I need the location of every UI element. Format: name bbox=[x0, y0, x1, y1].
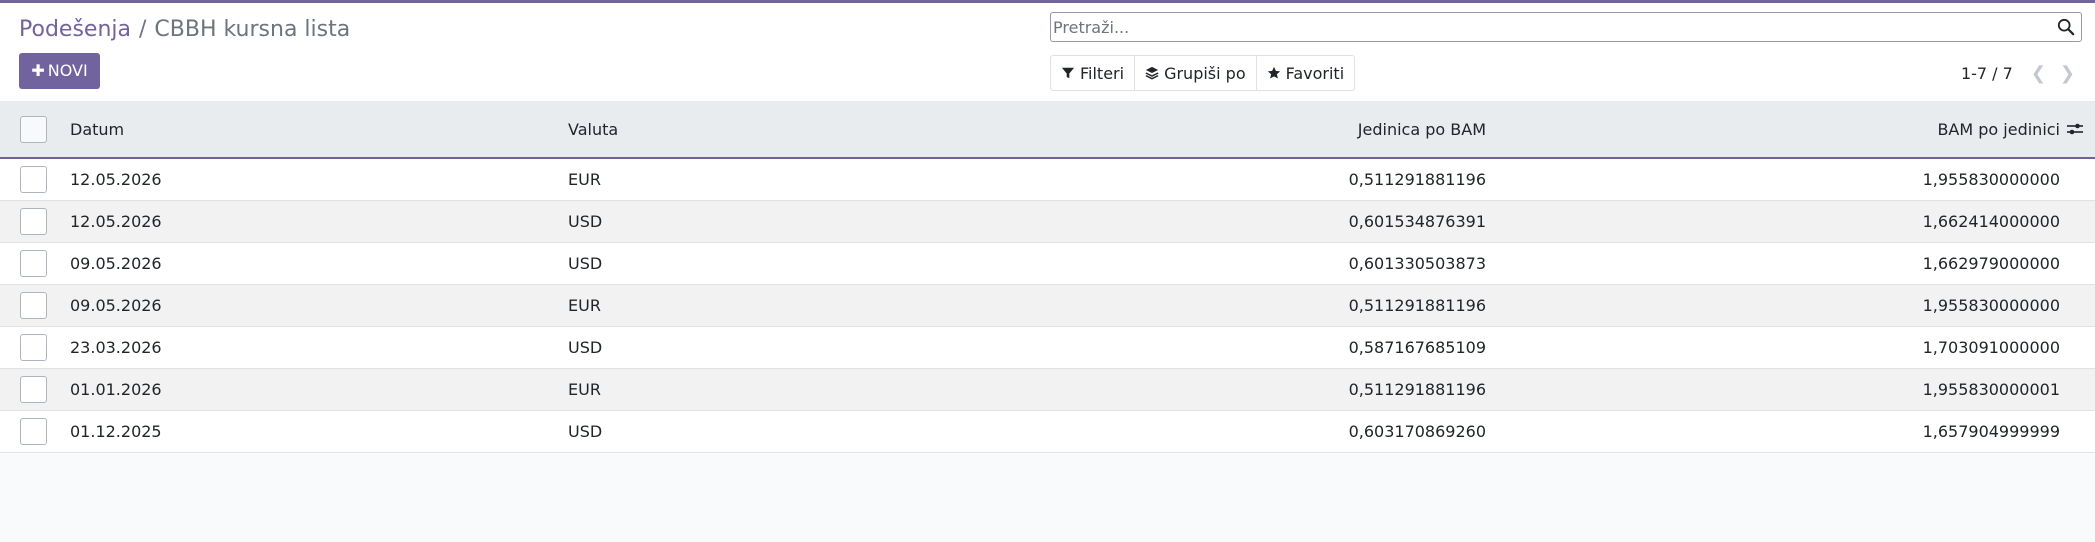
cell-spacer bbox=[2060, 410, 2095, 453]
cell-currency: USD bbox=[568, 200, 1088, 243]
plus-icon: ✚ bbox=[31, 61, 45, 80]
table-row[interactable]: 12.05.2026 EUR 0,511291881196 1,95583000… bbox=[0, 158, 2095, 201]
column-header-bam-per-unit[interactable]: BAM po jedinici bbox=[1486, 101, 2060, 159]
cell-currency: EUR bbox=[568, 368, 1088, 411]
cell-bam-per-unit: 1,662979000000 bbox=[1486, 242, 2060, 285]
optional-columns-cell bbox=[2060, 101, 2095, 159]
table-row[interactable]: 23.03.2026 USD 0,587167685109 1,70309100… bbox=[0, 326, 2095, 369]
row-select-cell bbox=[0, 326, 70, 369]
column-header-currency[interactable]: Valuta bbox=[568, 101, 1088, 159]
cell-spacer bbox=[2060, 242, 2095, 285]
search-input[interactable] bbox=[1053, 13, 2033, 41]
cell-bam-per-unit: 1,657904999999 bbox=[1486, 410, 2060, 453]
funnel-icon bbox=[1061, 67, 1075, 79]
cell-currency: USD bbox=[568, 410, 1088, 453]
breadcrumb-separator: / bbox=[138, 17, 147, 42]
filters-label: Filteri bbox=[1080, 63, 1125, 83]
breadcrumb: Podešenja / CBBH kursna lista bbox=[19, 16, 350, 44]
breadcrumb-parent-link[interactable]: Podešenja bbox=[19, 17, 131, 42]
new-record-button[interactable]: ✚ NOVI bbox=[19, 53, 100, 89]
column-header-unit-per-bam[interactable]: Jedinica po BAM bbox=[1088, 101, 1486, 159]
search-icon[interactable] bbox=[2057, 18, 2075, 36]
row-checkbox[interactable] bbox=[20, 417, 47, 445]
row-select-cell bbox=[0, 410, 70, 453]
control-panel: Podešenja / CBBH kursna lista ✚NOVI Filter… bbox=[0, 3, 2095, 101]
row-select-cell bbox=[0, 284, 70, 327]
table-row[interactable]: 09.05.2026 USD 0,601330503873 1,66297900… bbox=[0, 242, 2095, 285]
row-checkbox[interactable] bbox=[20, 165, 47, 193]
cell-currency: EUR bbox=[568, 158, 1088, 201]
cell-date: 12.05.2026 bbox=[70, 158, 568, 201]
cell-date: 09.05.2026 bbox=[70, 242, 568, 285]
group-by-button[interactable]: Grupiši po bbox=[1135, 56, 1257, 90]
cell-unit-per-bam: 0,511291881196 bbox=[1088, 158, 1486, 201]
filters-button[interactable]: Filteri bbox=[1051, 56, 1136, 90]
row-select-cell bbox=[0, 200, 70, 243]
layers-icon bbox=[1145, 66, 1159, 80]
cell-bam-per-unit: 1,662414000000 bbox=[1486, 200, 2060, 243]
search-options: Filteri Grupiši po Favoriti bbox=[1050, 55, 1356, 91]
star-icon bbox=[1267, 66, 1280, 79]
cell-bam-per-unit: 1,955830000000 bbox=[1486, 284, 2060, 327]
table-row[interactable]: 09.05.2026 EUR 0,511291881196 1,95583000… bbox=[0, 284, 2095, 327]
cell-unit-per-bam: 0,603170869260 bbox=[1088, 410, 1486, 453]
cell-date: 23.03.2026 bbox=[70, 326, 568, 369]
cell-spacer bbox=[2060, 284, 2095, 327]
cell-unit-per-bam: 0,601330503873 bbox=[1088, 242, 1486, 285]
row-select-cell bbox=[0, 368, 70, 411]
select-all-checkbox[interactable] bbox=[20, 115, 47, 143]
table-header-row: Datum Valuta Jedinica po BAM BAM po jedi… bbox=[0, 101, 2095, 159]
row-checkbox[interactable] bbox=[20, 291, 47, 319]
cell-spacer bbox=[2060, 326, 2095, 369]
cell-unit-per-bam: 0,511291881196 bbox=[1088, 368, 1486, 411]
chevron-right-icon[interactable]: ❯ bbox=[2060, 63, 2075, 84]
rates-table: Datum Valuta Jedinica po BAM BAM po jedi… bbox=[0, 101, 2095, 453]
row-select-cell bbox=[0, 242, 70, 285]
cell-bam-per-unit: 1,955830000001 bbox=[1486, 368, 2060, 411]
cell-spacer bbox=[2060, 200, 2095, 243]
favorites-button[interactable]: Favoriti bbox=[1257, 56, 1355, 90]
cell-date: 01.01.2026 bbox=[70, 368, 568, 411]
table-row[interactable]: 01.12.2025 USD 0,603170869260 1,65790499… bbox=[0, 410, 2095, 453]
cell-currency: USD bbox=[568, 326, 1088, 369]
new-button-label: NOVI bbox=[47, 61, 88, 80]
cell-bam-per-unit: 1,703091000000 bbox=[1486, 326, 2060, 369]
pager: 1-7 / 7 ❮ ❯ bbox=[1961, 55, 2075, 91]
chevron-left-icon[interactable]: ❮ bbox=[2031, 63, 2046, 84]
search-box bbox=[1050, 12, 2082, 42]
column-header-date[interactable]: Datum bbox=[70, 101, 568, 159]
cell-spacer bbox=[2060, 158, 2095, 201]
row-checkbox[interactable] bbox=[20, 375, 47, 403]
row-checkbox[interactable] bbox=[20, 249, 47, 277]
cell-date: 09.05.2026 bbox=[70, 284, 568, 327]
cell-unit-per-bam: 0,511291881196 bbox=[1088, 284, 1486, 327]
cell-unit-per-bam: 0,601534876391 bbox=[1088, 200, 1486, 243]
cell-currency: USD bbox=[568, 242, 1088, 285]
select-all-cell bbox=[0, 101, 70, 159]
cell-currency: EUR bbox=[568, 284, 1088, 327]
favorites-label: Favoriti bbox=[1285, 63, 1345, 83]
pager-value[interactable]: 1-7 / 7 bbox=[1961, 64, 2013, 83]
sliders-icon[interactable] bbox=[2066, 120, 2084, 138]
row-select-cell bbox=[0, 158, 70, 201]
cell-unit-per-bam: 0,587167685109 bbox=[1088, 326, 1486, 369]
row-checkbox[interactable] bbox=[20, 207, 47, 235]
table-row[interactable]: 12.05.2026 USD 0,601534876391 1,66241400… bbox=[0, 200, 2095, 243]
cell-bam-per-unit: 1,955830000000 bbox=[1486, 158, 2060, 201]
cell-date: 01.12.2025 bbox=[70, 410, 568, 453]
row-checkbox[interactable] bbox=[20, 333, 47, 361]
group-by-label: Grupiši po bbox=[1164, 63, 1246, 83]
table-row[interactable]: 01.01.2026 EUR 0,511291881196 1,95583000… bbox=[0, 368, 2095, 411]
page-title: CBBH kursna lista bbox=[154, 17, 351, 42]
cell-date: 12.05.2026 bbox=[70, 200, 568, 243]
cell-spacer bbox=[2060, 368, 2095, 411]
